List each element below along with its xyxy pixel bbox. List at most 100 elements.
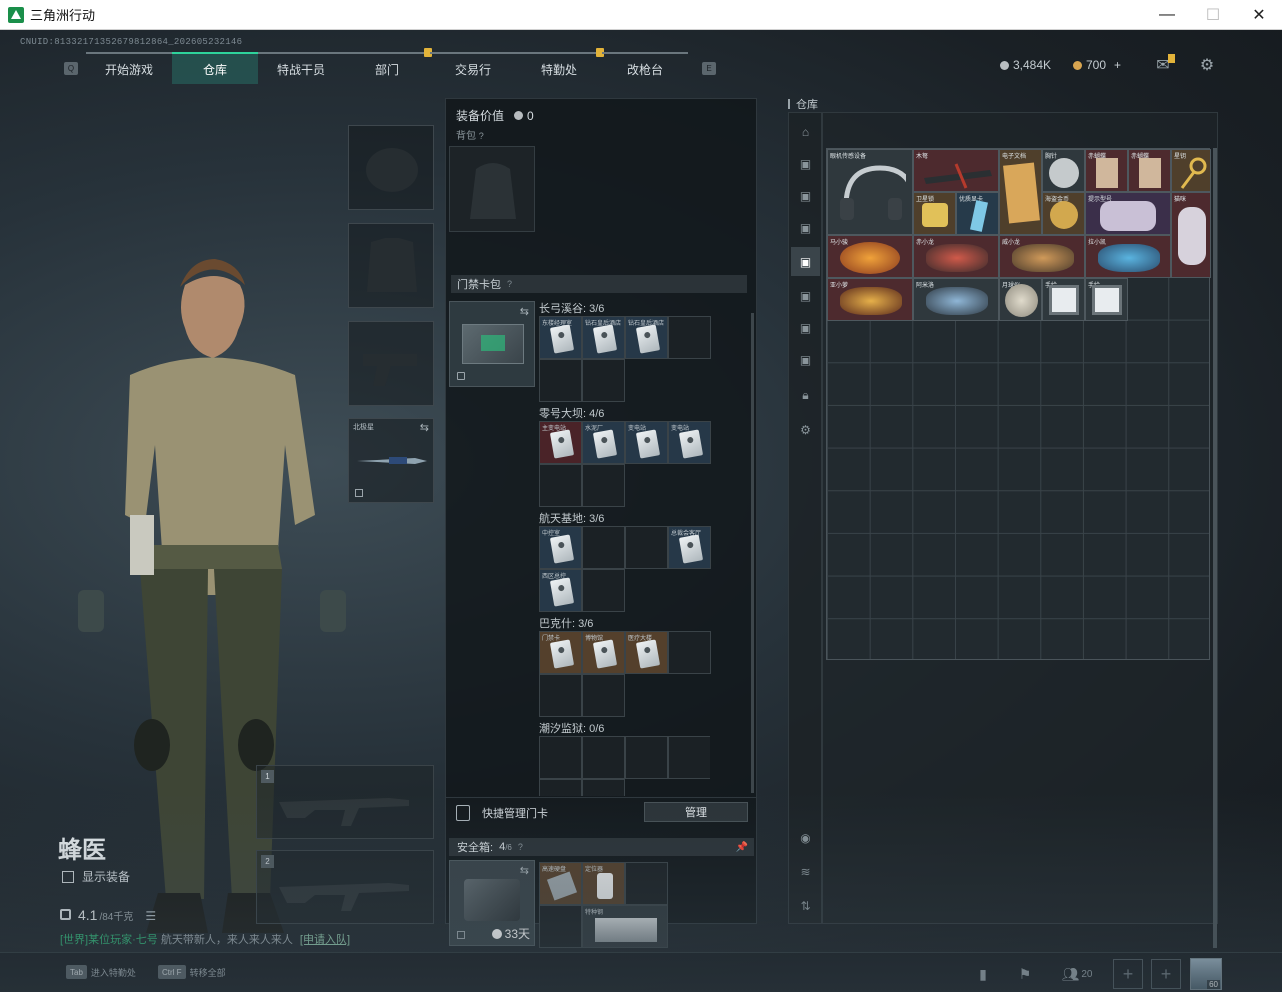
maximize-button[interactable]: ☐ bbox=[1190, 0, 1236, 30]
secondary-weapon-slot[interactable]: 2 bbox=[256, 850, 434, 924]
tab-operators[interactable]: 特战干员 bbox=[258, 52, 344, 84]
keycard-empty-slot[interactable] bbox=[582, 569, 625, 612]
keycard-empty-slot[interactable] bbox=[625, 526, 668, 569]
keycard-item[interactable]: 博物馆 bbox=[582, 631, 625, 674]
safe-empty-slot[interactable] bbox=[539, 905, 582, 948]
warehouse-scrollbar[interactable] bbox=[1213, 148, 1217, 948]
backpack-slot[interactable] bbox=[449, 146, 535, 232]
safe-item[interactable]: 定位器 bbox=[582, 862, 625, 905]
warehouse-item[interactable]: 提示型号 bbox=[1085, 192, 1171, 235]
stats-chart-icon[interactable]: ▮ bbox=[970, 961, 996, 987]
safe-item[interactable]: 高速硬盘 bbox=[539, 862, 582, 905]
havoc-coin-display[interactable]: 3,484K bbox=[1000, 58, 1051, 72]
swap-icon[interactable]: ⇆ bbox=[420, 421, 429, 434]
keycard-pack-slot[interactable]: ⇆ bbox=[449, 301, 535, 387]
keycard-empty-slot[interactable] bbox=[582, 779, 625, 796]
weight-details-icon[interactable]: ☰ bbox=[145, 909, 156, 923]
keycard-item[interactable]: 主变电站 bbox=[539, 421, 582, 464]
coupon-display[interactable]: 700 + bbox=[1073, 58, 1121, 72]
hint-transfer-all[interactable]: Ctrl F 转移全部 bbox=[158, 965, 226, 979]
layers-icon[interactable]: ≋ bbox=[791, 857, 820, 886]
armor-slot[interactable] bbox=[348, 223, 434, 308]
nav-right-key[interactable]: E bbox=[702, 61, 716, 75]
keycard-empty-slot[interactable] bbox=[582, 526, 625, 569]
keycard-empty-slot[interactable] bbox=[539, 736, 582, 779]
settings-gear-icon[interactable]: ⚙ bbox=[791, 415, 820, 444]
lock-icon[interactable]: 🔒︎ bbox=[791, 381, 820, 410]
keycard-empty-slot[interactable] bbox=[539, 464, 582, 507]
nav-left-key[interactable]: Q bbox=[64, 61, 78, 75]
chat-user[interactable]: 某位玩家·七号 bbox=[88, 934, 158, 946]
keycard-item[interactable]: 总裁会客厅 bbox=[668, 526, 711, 569]
primary-weapon-slot[interactable]: 1 bbox=[256, 765, 434, 839]
keycard-scrollbar[interactable] bbox=[751, 313, 754, 793]
show-equipment-checkbox[interactable] bbox=[62, 870, 74, 883]
warehouse-item[interactable]: 赤小龙 bbox=[913, 235, 999, 278]
add-teammate-button[interactable]: + bbox=[1113, 959, 1143, 989]
vault-icon[interactable]: ◉ bbox=[791, 823, 820, 852]
warehouse-page-5-icon[interactable]: ▣ bbox=[791, 281, 820, 310]
show-equipment-toggle[interactable]: 显示装备 bbox=[62, 868, 130, 885]
warehouse-item[interactable]: 电子文档 bbox=[999, 149, 1042, 235]
warehouse-item[interactable]: 威小龙 bbox=[999, 235, 1085, 278]
hint-enter-special-ops[interactable]: Tab 进入特勤处 bbox=[66, 965, 136, 979]
keycard-item[interactable]: 变电站 bbox=[625, 421, 668, 464]
keycard-item[interactable]: 东楼经理室 bbox=[539, 316, 582, 359]
settings-gear-icon[interactable]: ⚙ bbox=[1197, 56, 1217, 74]
swap-icon[interactable]: ⇆ bbox=[520, 305, 529, 318]
tab-special-ops[interactable]: 特勤处 bbox=[516, 48, 604, 84]
warehouse-item[interactable]: 亚小萝 bbox=[827, 278, 913, 321]
close-button[interactable]: ✕ bbox=[1236, 0, 1282, 30]
add-coupon-button[interactable]: + bbox=[1114, 58, 1121, 72]
keycard-empty-slot[interactable] bbox=[539, 674, 582, 717]
keycard-empty-slot[interactable] bbox=[582, 674, 625, 717]
warehouse-item[interactable]: 阿米洛 bbox=[913, 278, 999, 321]
flag-icon[interactable]: ⚑ bbox=[1012, 961, 1038, 987]
keycard-empty-slot[interactable] bbox=[625, 736, 668, 779]
keycard-empty-slot[interactable] bbox=[582, 359, 625, 402]
warehouse-page-2-icon[interactable]: ▣ bbox=[791, 181, 820, 210]
warehouse-page-7-icon[interactable]: ▣ bbox=[791, 345, 820, 374]
warehouse-all-icon[interactable]: ⌂ bbox=[791, 117, 820, 146]
keycard-item[interactable]: 钻石皇后酒店 bbox=[582, 316, 625, 359]
warehouse-item[interactable]: 猫咪 bbox=[1171, 192, 1211, 278]
warehouse-item[interactable]: 眼机传感设备 bbox=[827, 149, 913, 235]
melee-slot[interactable]: 北极星 ⇆ bbox=[348, 418, 434, 503]
keycard-item[interactable]: 变电站 bbox=[668, 421, 711, 464]
player-avatar[interactable]: 60 bbox=[1190, 958, 1222, 990]
tab-trading[interactable]: 交易行 bbox=[430, 52, 516, 84]
minimize-button[interactable]: — bbox=[1144, 0, 1190, 30]
mail-icon[interactable]: ✉ bbox=[1153, 54, 1175, 74]
help-icon[interactable]: ? bbox=[518, 842, 523, 852]
warehouse-item[interactable]: 手绘 bbox=[1042, 278, 1085, 321]
keycard-item[interactable]: 水泥厂 bbox=[582, 421, 625, 464]
keycard-empty-slot[interactable] bbox=[539, 359, 582, 402]
warehouse-page-3-icon[interactable]: ▣ bbox=[791, 213, 820, 242]
safe-item[interactable]: 特种钢 bbox=[582, 905, 668, 948]
keycard-empty-slot[interactable] bbox=[668, 631, 711, 674]
friends-button[interactable]: 👥︎ 20 bbox=[1058, 961, 1096, 987]
keycard-empty-slot[interactable] bbox=[539, 779, 582, 796]
manage-button[interactable]: 管理 bbox=[644, 802, 748, 822]
warehouse-item[interactable]: 赤蝴蝶 bbox=[1128, 149, 1171, 192]
sort-icon[interactable]: ⇅ bbox=[791, 891, 820, 920]
safe-empty-slot[interactable] bbox=[625, 862, 668, 905]
warehouse-item[interactable]: 海盗金币 bbox=[1042, 192, 1085, 235]
keycard-empty-slot[interactable] bbox=[668, 736, 710, 779]
warehouse-item[interactable]: 马小骏 bbox=[827, 235, 913, 278]
warehouse-page-1-icon[interactable]: ▣ bbox=[791, 149, 820, 178]
swap-icon[interactable]: ⇆ bbox=[520, 864, 529, 877]
keycard-empty-slot[interactable] bbox=[582, 464, 625, 507]
safe-box-slot[interactable]: ⇆ 33天 bbox=[449, 860, 535, 946]
tab-gunsmith[interactable]: 改枪台 bbox=[602, 52, 688, 84]
warehouse-item[interactable]: 赤蝴蝶 bbox=[1085, 149, 1128, 192]
warehouse-item[interactable]: 胸针 bbox=[1042, 149, 1085, 192]
warehouse-item[interactable]: 拉小凯 bbox=[1085, 235, 1171, 278]
keycard-item[interactable]: 中控室 bbox=[539, 526, 582, 569]
pistol-slot[interactable] bbox=[348, 321, 434, 406]
help-icon[interactable]: ? bbox=[507, 279, 512, 289]
tab-department[interactable]: 部门 bbox=[344, 48, 432, 84]
apply-team-link[interactable]: [申请入队] bbox=[300, 934, 350, 946]
warehouse-page-4-icon[interactable]: ▣ bbox=[791, 247, 820, 276]
pin-icon[interactable]: 📌 bbox=[736, 842, 748, 853]
